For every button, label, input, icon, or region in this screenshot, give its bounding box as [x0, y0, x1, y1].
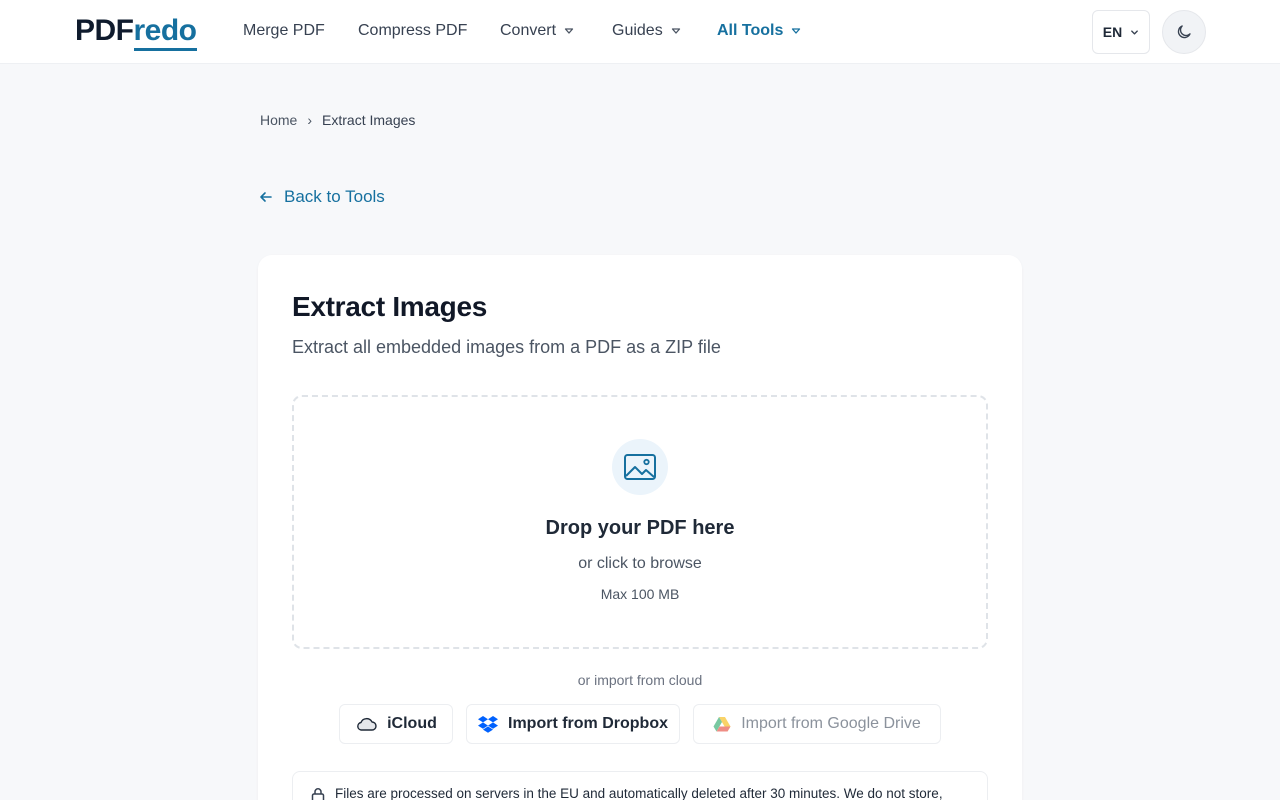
breadcrumb: Home › Extract Images: [260, 110, 415, 130]
caret-down-icon: [564, 28, 574, 34]
breadcrumb-separator: ›: [307, 112, 313, 128]
nav-merge-pdf[interactable]: Merge PDF: [243, 20, 325, 42]
privacy-notice-text: Files are processed on servers in the EU…: [335, 786, 943, 800]
icloud-label: iCloud: [387, 715, 437, 732]
language-label: EN: [1102, 24, 1123, 40]
logo[interactable]: PDFredo: [75, 12, 197, 52]
back-to-tools-label: Back to Tools: [284, 187, 385, 206]
google-drive-icon: [713, 717, 731, 732]
lock-icon: [311, 788, 325, 800]
dropbox-label: Import from Dropbox: [508, 715, 668, 732]
nav-merge-pdf-label: Merge PDF: [243, 22, 325, 39]
tool-card: Extract Images Extract all embedded imag…: [258, 255, 1022, 800]
nav-guides-label: Guides: [612, 22, 663, 39]
top-header: PDFredo Merge PDF Compress PDF Convert G…: [0, 0, 1280, 64]
cloud-icon: [357, 717, 377, 731]
dropzone-icon-wrap: [612, 439, 668, 495]
nav-compress-pdf-label: Compress PDF: [358, 22, 468, 39]
nav-convert[interactable]: Convert: [500, 20, 574, 42]
theme-toggle-button[interactable]: [1162, 10, 1206, 54]
caret-down-icon: [792, 28, 801, 34]
cloud-import-label: or import from cloud: [577, 672, 703, 688]
dropbox-icon: [478, 716, 498, 733]
google-drive-label: Import from Google Drive: [741, 715, 921, 732]
nav-compress-pdf[interactable]: Compress PDF: [358, 20, 467, 42]
google-drive-button[interactable]: Import from Google Drive: [693, 704, 941, 744]
arrow-left-icon: [260, 192, 272, 202]
logo-redo-text: redo: [133, 14, 197, 51]
nav-all-tools[interactable]: All Tools: [717, 20, 801, 42]
nav-guides[interactable]: Guides: [612, 20, 681, 42]
image-icon: [624, 454, 656, 480]
moon-icon: [1177, 25, 1191, 39]
caret-down-icon: [671, 28, 680, 34]
page-title: Extract Images: [292, 291, 488, 322]
language-selector[interactable]: EN: [1092, 10, 1150, 54]
dropbox-button[interactable]: Import from Dropbox: [466, 704, 680, 744]
chevron-down-icon: [1131, 29, 1139, 35]
dropzone-title: Drop your PDF here: [545, 517, 735, 539]
back-to-tools-link[interactable]: Back to Tools: [258, 186, 385, 208]
page-subtitle: Extract all embedded images from a PDF a…: [292, 337, 721, 357]
breadcrumb-home[interactable]: Home: [260, 112, 297, 128]
dropzone-max-size: Max 100 MB: [600, 586, 680, 602]
nav-all-tools-label: All Tools: [717, 22, 784, 39]
file-dropzone[interactable]: Drop your PDF here or click to browse Ma…: [292, 395, 988, 649]
nav-convert-label: Convert: [500, 22, 557, 39]
privacy-notice: Files are processed on servers in the EU…: [292, 771, 988, 800]
breadcrumb-current: Extract Images: [322, 112, 416, 128]
icloud-button[interactable]: iCloud: [339, 704, 453, 744]
dropzone-subtitle: or click to browse: [578, 555, 702, 572]
logo-pdf-text: PDF: [75, 14, 134, 47]
